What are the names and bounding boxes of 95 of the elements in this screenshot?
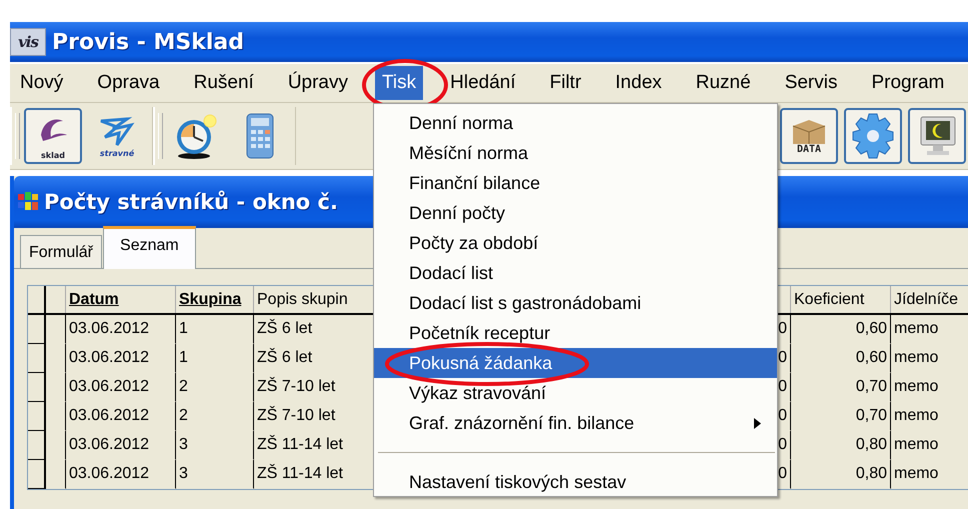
column-header[interactable]: Jídelníče	[894, 290, 958, 308]
menu-item-label: Finanční bilance	[409, 172, 540, 194]
menu-item[interactable]: Nový	[13, 66, 70, 100]
menu-item[interactable]: Program	[864, 66, 952, 100]
table-cell: memo	[894, 407, 938, 425]
menu-item[interactable]: Filtr	[542, 66, 588, 100]
table-cell: memo	[894, 320, 938, 338]
menu-item-label: Dodací list	[409, 262, 494, 284]
table-cell: memo	[894, 436, 938, 454]
menu-item-label: Denní norma	[409, 112, 514, 134]
table-cell: 0,60	[856, 320, 887, 338]
table-cell: 03.06.2012	[69, 407, 150, 425]
table-cell: 03.06.2012	[69, 465, 150, 483]
menu-item[interactable]: Počty za období	[374, 228, 777, 258]
table-cell: 0	[778, 378, 787, 396]
table-cell: 03.06.2012	[69, 378, 150, 396]
table-cell: ZŠ 6 let	[257, 320, 312, 338]
table-cell: 0	[778, 407, 787, 425]
menu-item-label: Dodací list s gastronádobami	[409, 292, 642, 314]
table-cell: 0,70	[856, 407, 887, 425]
table-cell: 0,80	[856, 465, 887, 483]
menu-item-label: Počty za období	[409, 232, 538, 254]
menu-item-label: Výkaz stravování	[409, 382, 546, 404]
menu-item[interactable]: Dodací list	[374, 258, 777, 288]
table-cell: 0,80	[856, 436, 887, 454]
menu-item[interactable]: Ruzné	[688, 66, 758, 100]
table-cell: 3	[179, 465, 188, 483]
table-cell: ZŠ 11-14 let	[257, 465, 343, 483]
gear-icon	[850, 112, 896, 160]
row-selector[interactable]	[28, 315, 46, 344]
table-cell: 03.06.2012	[69, 349, 150, 367]
table-cell: 1	[179, 320, 188, 338]
table-cell: memo	[894, 378, 938, 396]
menu-item-label: Měsíční norma	[409, 142, 528, 164]
tab[interactable]: Formulář	[20, 235, 102, 268]
menu-item-label: Denní počty	[409, 202, 506, 224]
menu-item[interactable]: Nastavení tiskových sestav	[374, 467, 777, 497]
menu-item[interactable]: Rušení	[186, 66, 261, 100]
row-selector[interactable]	[28, 402, 46, 431]
calculator-icon	[244, 112, 276, 160]
menu-item[interactable]: Tisk	[375, 66, 424, 100]
table-cell: 0,60	[856, 349, 887, 367]
table-cell: 0	[778, 320, 787, 338]
menu-item-label: Pokusná žádanka	[409, 352, 552, 374]
table-cell: 03.06.2012	[69, 320, 150, 338]
app-grid-icon	[18, 192, 38, 212]
app-logo: vis	[10, 28, 46, 56]
table-cell: 2	[179, 378, 188, 396]
table-cell: 0,70	[856, 378, 887, 396]
menu-item[interactable]: Úpravy	[280, 66, 355, 100]
table-cell: memo	[894, 465, 938, 483]
table-cell: 0	[778, 349, 787, 367]
table-cell: ZŠ 7-10 let	[257, 407, 336, 425]
menu-item[interactable]: Graf. znázornění fin. bilance	[374, 408, 777, 438]
menu-item[interactable]: Denní norma	[374, 108, 777, 138]
table-cell: 3	[179, 436, 188, 454]
toolbar-button[interactable]: sklad	[24, 108, 82, 164]
menu-item[interactable]: Pokusná žádanka	[374, 348, 777, 378]
table-cell: 2	[179, 407, 188, 425]
menu-item[interactable]: Měsíční norma	[374, 138, 777, 168]
column-header[interactable]: Popis skupin	[257, 290, 348, 308]
menu-item[interactable]: Dodací list s gastronádobami	[374, 288, 777, 318]
row-selector[interactable]	[28, 344, 46, 373]
menu-item[interactable]: Servis	[778, 66, 844, 100]
tab[interactable]: Seznam	[103, 226, 196, 269]
row-selector[interactable]	[28, 431, 46, 460]
menu-item[interactable]: Finanční bilance	[374, 168, 777, 198]
column-header[interactable]: Datum	[69, 290, 119, 308]
table-cell: memo	[894, 349, 938, 367]
menu-item[interactable]: Index	[608, 66, 669, 100]
window-title: Provis - MSklad	[52, 30, 244, 54]
menu-item[interactable]: Oprava	[90, 66, 167, 100]
row-selector[interactable]	[28, 460, 46, 489]
menu-item[interactable]: Početník receptur	[374, 318, 777, 348]
toolbar-button[interactable]	[908, 108, 966, 164]
data-button[interactable]: DATA	[780, 108, 838, 164]
table-cell: 03.06.2012	[69, 436, 150, 454]
table-cell: 1	[179, 349, 188, 367]
menu-item-label: Nastavení tiskových sestav	[409, 472, 626, 492]
table-cell: 0	[778, 436, 787, 454]
menu-item-label: Početník receptur	[409, 322, 550, 344]
table-cell: 0	[778, 465, 787, 483]
menu-item[interactable]: Denní počty	[374, 198, 777, 228]
child-window-title: Počty strávníků - okno č.	[44, 190, 338, 214]
column-header[interactable]: Koeficient	[794, 290, 864, 308]
row-selector[interactable]	[28, 373, 46, 402]
table-cell: ZŠ 6 let	[257, 349, 312, 367]
menu-item[interactable]: Hledání	[443, 66, 523, 100]
menu-item[interactable]: Výkaz stravování	[374, 378, 777, 408]
table-cell: ZŠ 11-14 let	[257, 436, 343, 454]
menu-item-label: Graf. znázornění fin. bilance	[409, 412, 634, 434]
submenu-arrow-icon	[754, 418, 761, 428]
toolbar-button[interactable]: stravné	[88, 108, 146, 164]
table-cell: ZŠ 7-10 let	[257, 378, 336, 396]
column-header[interactable]: Skupina	[179, 290, 242, 308]
